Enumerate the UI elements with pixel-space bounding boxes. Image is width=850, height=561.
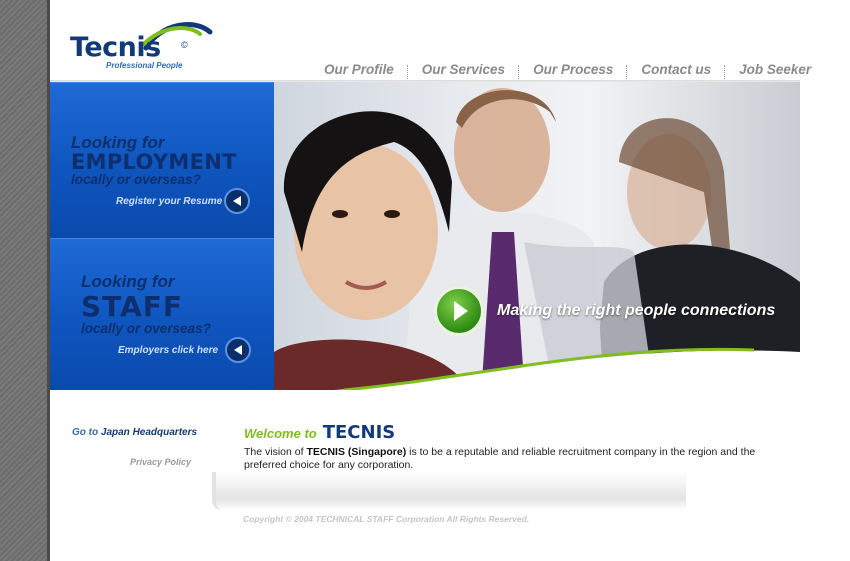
nav-contact-us[interactable]: Contact us — [628, 62, 724, 77]
nav-our-process[interactable]: Our Process — [520, 62, 626, 77]
vision-statement: The vision of TECNIS (Singapore) is to b… — [244, 446, 789, 472]
welcome-brand: TECNIS — [322, 422, 396, 443]
hero-people-illustration — [274, 88, 800, 390]
play-button[interactable] — [434, 286, 484, 336]
hq-link-label: Japan Headquarters — [100, 427, 198, 438]
logo-copyright-mark: © — [181, 40, 188, 50]
staff-line3: locally or overseas? — [81, 321, 211, 336]
content-divider — [212, 472, 686, 510]
tecnis-logo[interactable]: Tecnis © Professional People — [70, 18, 220, 76]
nav-our-services[interactable]: Our Services — [409, 62, 518, 77]
hero-caption: Making the right people connections — [497, 302, 776, 319]
japan-hq-link[interactable]: Go to Japan Headquarters — [72, 427, 197, 438]
vision-lead: The vision of — [244, 446, 307, 458]
employment-heading: EMPLOYMENT — [71, 150, 237, 174]
employment-arrow-icon[interactable] — [224, 188, 250, 214]
staff-arrow-icon[interactable] — [225, 337, 251, 363]
nav-our-profile[interactable]: Our Profile — [318, 62, 407, 77]
welcome-prefix: Welcome to — [244, 426, 317, 441]
privacy-policy-link[interactable]: Privacy Policy — [130, 457, 191, 467]
nav-job-seeker[interactable]: Job Seeker — [726, 62, 824, 77]
vision-entity: TECNIS (Singapore) — [306, 446, 407, 458]
staff-line1: Looking for — [81, 272, 175, 291]
welcome-heading: Welcome to TECNIS — [244, 422, 395, 443]
logo-tagline: Professional People — [106, 61, 183, 70]
main-nav: Our Profile Our Services Our Process Con… — [318, 58, 824, 80]
staff-panel[interactable]: Looking for STAFF locally or overseas? E… — [50, 238, 274, 390]
staff-heading: STAFF — [81, 290, 184, 323]
register-resume-link[interactable]: Register your Resume — [116, 196, 222, 207]
employers-click-link[interactable]: Employers click here — [118, 345, 218, 356]
logo-wordmark: Tecnis — [70, 32, 161, 63]
employment-panel[interactable]: Looking for EMPLOYMENT locally or overse… — [50, 82, 274, 238]
copyright-text: Copyright © 2004 TECHNICAL STAFF Corpora… — [243, 514, 530, 524]
hq-link-prefix: Go to — [72, 427, 99, 438]
left-decorative-rail — [0, 0, 50, 561]
employment-line3: locally or overseas? — [71, 172, 201, 187]
hero-banner: Making the right people connections — [274, 82, 800, 390]
